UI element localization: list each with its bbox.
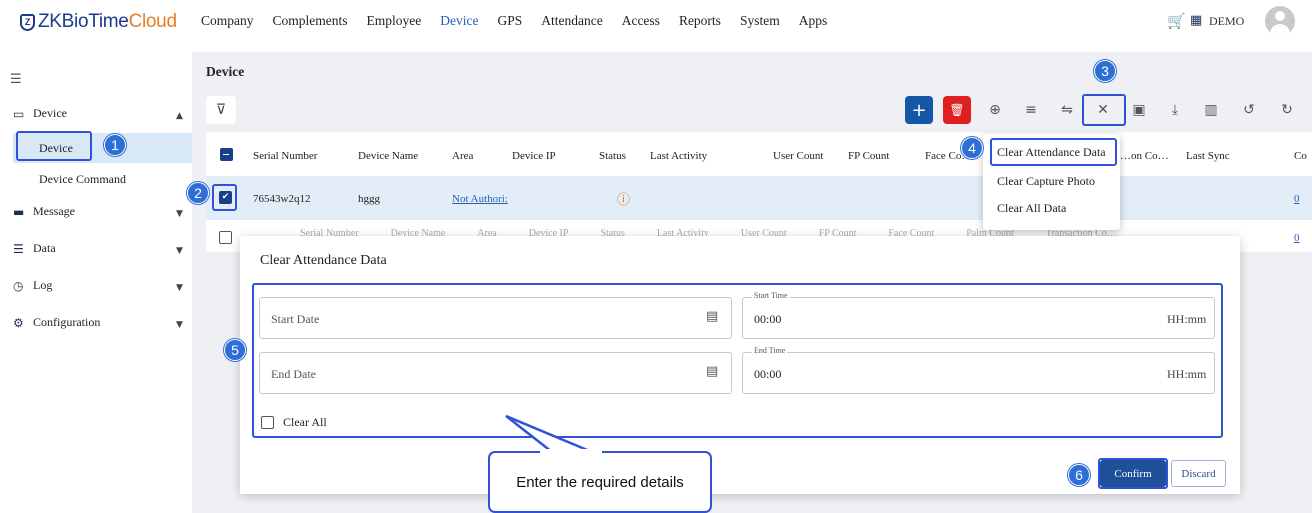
shield-logo-icon: Z [20,13,35,31]
cell-count-link[interactable]: 0 [1294,193,1300,205]
clock-icon: ◷ [13,278,24,293]
sidebar-item-label: Configuration [33,315,101,329]
col-last-activity[interactable]: Last Activity [650,150,707,162]
collapse-sidebar-icon[interactable]: ☰ [10,72,22,87]
highlight-confirm [1098,458,1168,489]
step-badge-1: 1 [104,134,126,156]
col-fp-count[interactable]: FP Count [848,150,889,162]
step-badge-3: 3 [1094,60,1116,82]
data-icon: ☰ [13,241,24,256]
cell-count-link[interactable]: 0 [1294,232,1300,244]
chevron-up-icon[interactable]: ▲ [176,111,183,121]
chevron-down-icon[interactable]: ▼ [176,246,183,256]
app-logo[interactable]: Z ZKBioTime Cloud [20,11,177,33]
menu-icon[interactable]: ≡ [1017,96,1045,124]
gear-icon: ⚙ [13,315,24,330]
nav-system[interactable]: System [740,13,780,29]
sidebar-item-message[interactable]: ▬ Message [13,204,75,219]
sidebar-subitem-device-command[interactable]: Device Command [39,172,126,187]
step-badge-4: 4 [961,137,983,159]
filter-icon[interactable]: ⊽ [206,96,236,124]
highlight-clear-attendance [990,138,1117,166]
sidebar-item-label: Message [33,204,75,218]
cell-area-link[interactable]: Not Authori: [452,193,508,205]
col-last-sync[interactable]: Last Sync [1186,150,1230,162]
cell-device-name: hggg [358,193,380,205]
refresh-icon[interactable]: ↻ [1273,96,1301,124]
discard-button[interactable]: Discard [1171,460,1226,487]
columns-icon[interactable]: ▥ [1197,96,1225,124]
callout-box: Enter the required details [488,451,712,513]
add-face-icon[interactable]: ⊕ [981,96,1009,124]
highlight-clear-button [1082,94,1126,126]
device-sync-icon[interactable]: ▣ [1125,96,1153,124]
col-status[interactable]: Status [599,150,626,162]
main-menu: Company Complements Employee Device GPS … [201,13,827,29]
download-icon[interactable]: ⤓ [1161,96,1189,124]
add-button[interactable]: + [905,96,933,124]
history-icon[interactable]: ↺ [1235,96,1263,124]
sidebar-item-configuration[interactable]: ⚙ Configuration [13,315,100,330]
step-badge-6: 6 [1068,464,1090,486]
company-name[interactable]: DEMO [1209,14,1244,29]
col-area[interactable]: Area [452,150,473,162]
nav-gps[interactable]: GPS [497,13,522,29]
nav-employee[interactable]: Employee [367,13,422,29]
brand-main: ZKBioTime [38,11,129,32]
chevron-down-icon[interactable]: ▼ [176,283,183,293]
delete-button[interactable]: 🗑 [943,96,971,124]
message-icon: ▬ [13,204,25,219]
select-all-checkbox[interactable] [220,148,233,161]
highlight-row-checkbox [212,184,237,211]
cart-icon[interactable]: 🛒 [1167,12,1186,30]
col-cmd[interactable]: Co [1294,150,1307,162]
brand-accent: Cloud [128,11,177,32]
callout-joint [540,449,602,455]
highlight-device-subitem [16,131,92,161]
col-transaction-count[interactable]: …on Co… [1120,150,1169,162]
chevron-down-icon[interactable]: ▼ [176,320,183,330]
nav-company[interactable]: Company [201,13,254,29]
nav-apps[interactable]: Apps [799,13,828,29]
step-badge-2: 2 [187,182,209,204]
avatar[interactable] [1265,6,1295,36]
nav-complements[interactable]: Complements [273,13,348,29]
col-serial-number[interactable]: Serial Number [253,150,317,162]
nav-device[interactable]: Device [440,13,478,29]
page-title: Device [206,64,245,79]
row-checkbox[interactable] [219,231,232,244]
transfer-icon[interactable]: ⇋ [1053,96,1081,124]
nav-access[interactable]: Access [622,13,660,29]
menu-item-clear-all-data[interactable]: Clear All Data [997,201,1066,216]
chevron-down-icon[interactable]: ▼ [176,209,183,219]
sidebar-item-log[interactable]: ◷ Log [13,278,52,293]
menu-item-clear-capture-photo[interactable]: Clear Capture Photo [997,174,1095,189]
sidebar-item-data[interactable]: ☰ Data [13,241,56,256]
dialog-title: Clear Attendance Data [260,253,387,268]
sidebar-item-label: Device [33,106,67,120]
device-icon: ▭ [13,106,25,121]
company-icon: ▦ [1190,13,1203,28]
col-user-count[interactable]: User Count [773,150,823,162]
highlight-form-fields [252,283,1223,438]
warning-icon: ⓘ [617,193,631,208]
callout-text: Enter the required details [516,473,684,491]
step-badge-5: 5 [224,339,246,361]
sidebar-item-label: Log [33,278,53,292]
nav-attendance[interactable]: Attendance [541,13,602,29]
sidebar-item-label: Data [33,241,56,255]
col-device-ip[interactable]: Device IP [512,150,556,162]
cell-serial: 76543w2q12 [253,193,311,205]
col-device-name[interactable]: Device Name [358,150,418,162]
sidebar-item-device[interactable]: ▭ Device [13,106,67,121]
nav-reports[interactable]: Reports [679,13,721,29]
